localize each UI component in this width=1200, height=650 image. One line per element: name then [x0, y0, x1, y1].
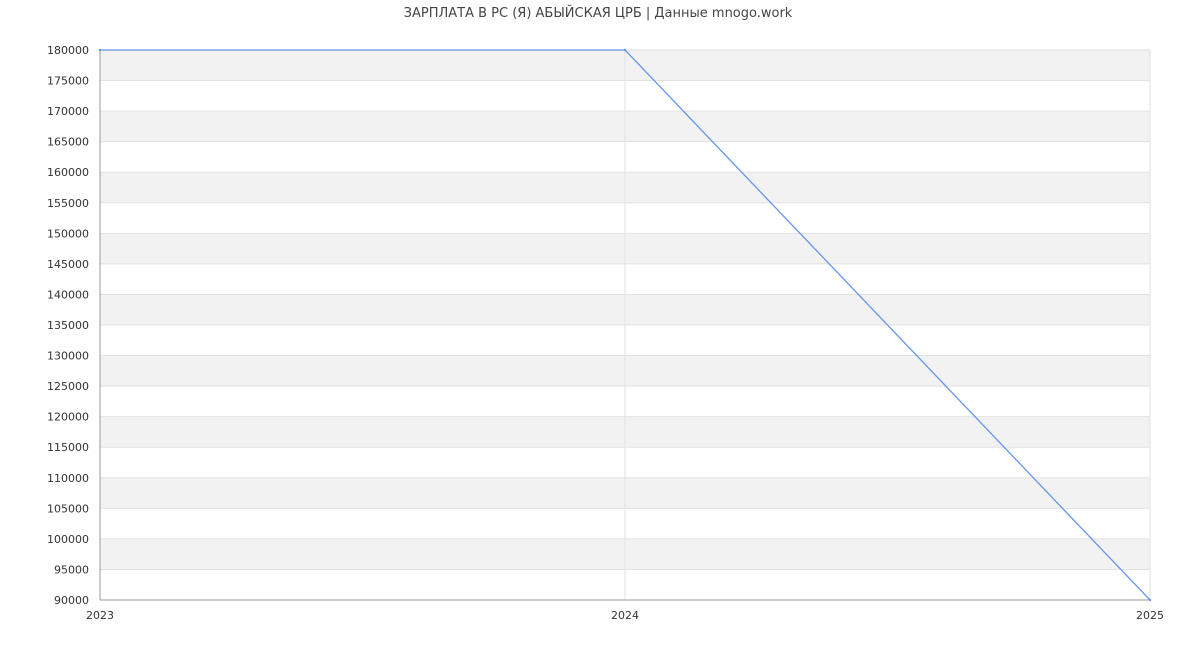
y-tick-label: 105000 — [47, 502, 89, 515]
y-tick-label: 160000 — [47, 166, 89, 179]
y-tick-label: 95000 — [54, 563, 89, 576]
y-tick-label: 100000 — [47, 533, 89, 546]
x-tick-label: 2025 — [1136, 609, 1164, 622]
y-tick-label: 115000 — [47, 441, 89, 454]
y-tick-label: 140000 — [47, 288, 89, 301]
y-tick-label: 175000 — [47, 75, 89, 88]
y-tick-label: 150000 — [47, 227, 89, 240]
y-tick-label: 165000 — [47, 136, 89, 149]
y-tick-label: 120000 — [47, 411, 89, 424]
y-tick-label: 135000 — [47, 319, 89, 332]
y-tick-label: 170000 — [47, 105, 89, 118]
line-chart: 90000 95000 100000 105000 110000 115000 120000… — [47, 44, 1164, 622]
data-point — [623, 48, 627, 52]
chart-container: ЗАРПЛАТА В РС (Я) АБЫЙСКАЯ ЦРБ | Данные … — [0, 0, 1200, 650]
x-tick-label: 2024 — [611, 609, 639, 622]
data-point — [98, 48, 102, 52]
y-tick-label: 125000 — [47, 380, 89, 393]
y-tick-label: 180000 — [47, 44, 89, 57]
x-tick-label: 2023 — [86, 609, 114, 622]
y-tick-label: 110000 — [47, 472, 89, 485]
y-tick-label: 90000 — [54, 594, 89, 607]
data-point — [1148, 598, 1152, 602]
y-tick-label: 145000 — [47, 258, 89, 271]
y-tick-label: 130000 — [47, 350, 89, 363]
y-tick-label: 155000 — [47, 197, 89, 210]
